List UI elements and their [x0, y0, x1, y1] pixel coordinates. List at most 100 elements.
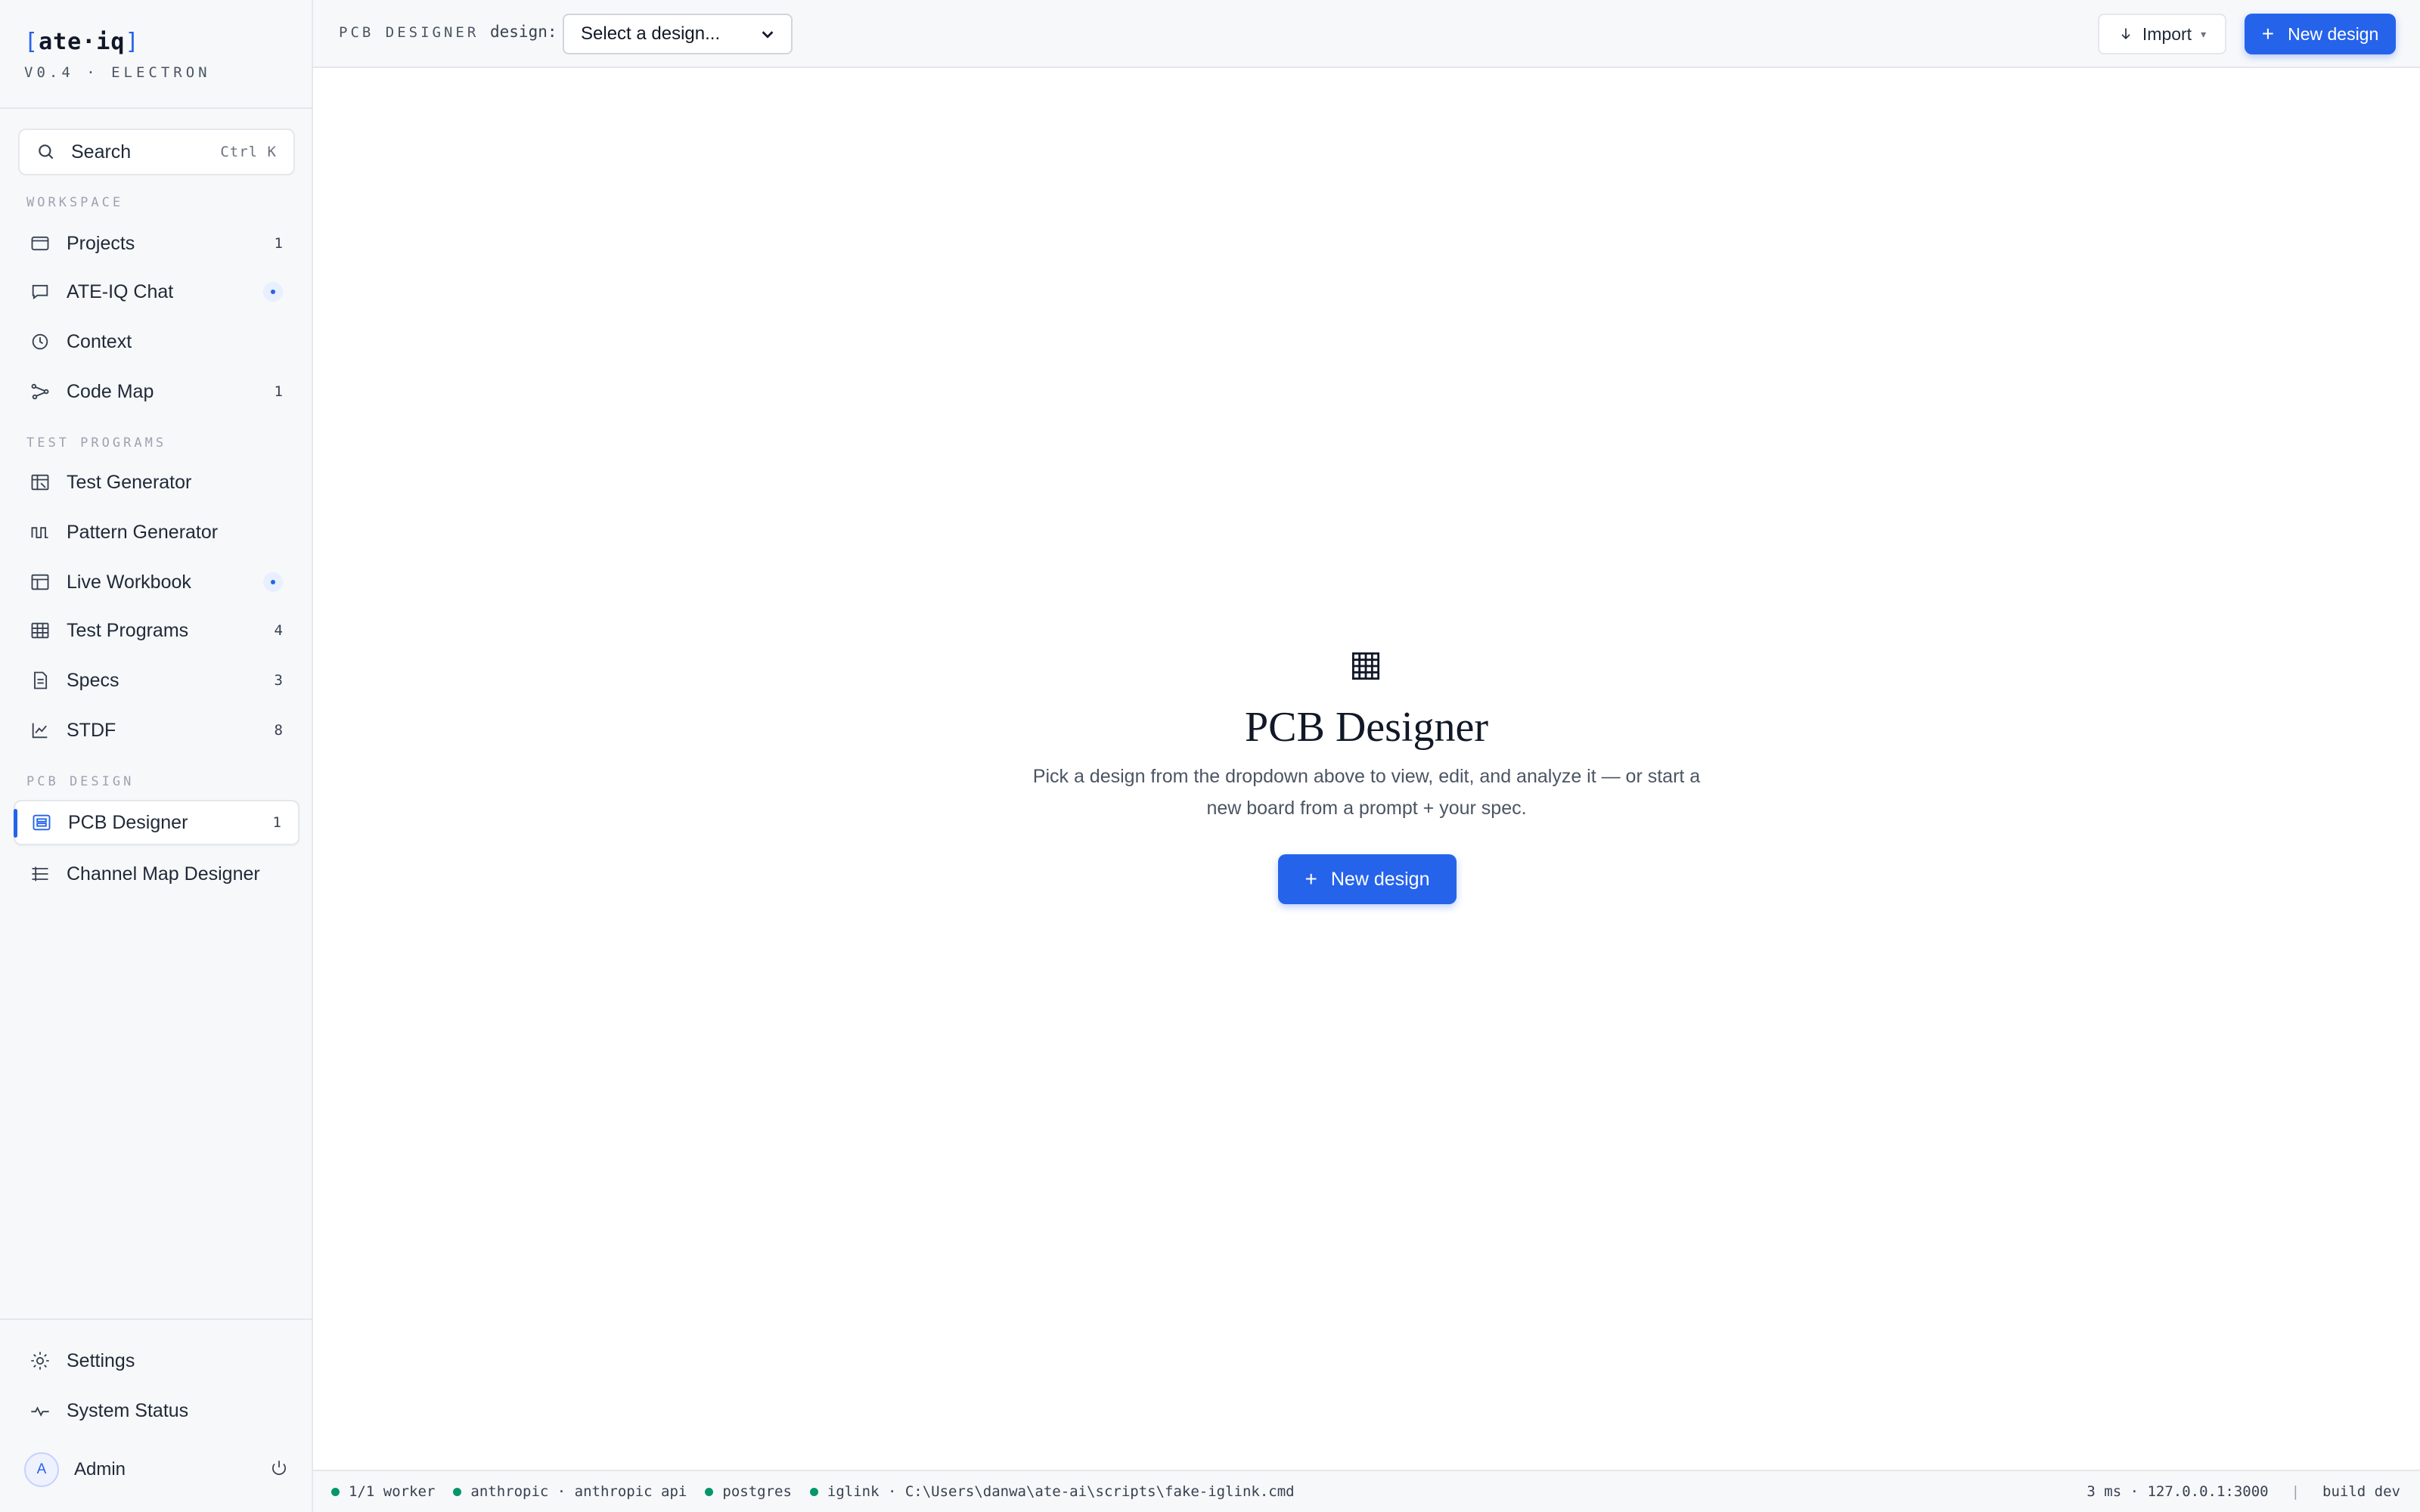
- power-icon[interactable]: [269, 1458, 289, 1482]
- sidebar-item-channel-map-designer[interactable]: Channel Map Designer: [14, 851, 299, 897]
- sidebar-item-label: Code Map: [67, 380, 154, 402]
- search-icon: [39, 144, 54, 160]
- user-name: Admin: [74, 1459, 126, 1479]
- count-badge: 3: [274, 672, 283, 689]
- new-design-button[interactable]: + New design: [2245, 14, 2396, 54]
- count-badge: 8: [274, 722, 283, 739]
- build-label: build dev: [2322, 1483, 2400, 1500]
- sidebar-item-projects[interactable]: Projects 1: [14, 221, 299, 266]
- sidebar-item-label: Projects: [67, 232, 135, 254]
- table-icon: [29, 571, 51, 593]
- count-badge: 4: [274, 622, 283, 639]
- section-test-programs: TEST PROGRAMS: [26, 435, 167, 451]
- status-iglink: iglink · C:\Users\danwa\ate-ai\scripts\f…: [809, 1483, 1295, 1500]
- folder-icon: [29, 232, 51, 255]
- count-badge: 1: [274, 383, 283, 400]
- app-version: V0.4 · ELECTRON: [24, 64, 211, 81]
- status-right: 3 ms · 127.0.0.1:3000 | build dev: [2086, 1483, 2420, 1500]
- clock-icon: [29, 330, 51, 353]
- search-shortcut: Ctrl K: [220, 144, 277, 160]
- sidebar: [ate·iq] V0.4 · ELECTRON Search Ctrl K W…: [0, 0, 313, 1512]
- topbar: PCB DESIGNER design: Select a design... …: [313, 0, 2420, 68]
- grid-icon: [29, 619, 51, 642]
- unread-dot: [263, 282, 283, 302]
- sidebar-item-label: PCB Designer: [68, 811, 188, 833]
- design-label: design:: [490, 23, 557, 41]
- sidebar-item-context[interactable]: Context: [14, 319, 299, 364]
- status-dot: [705, 1487, 714, 1496]
- download-icon: [2121, 28, 2130, 40]
- channel-map-icon: [29, 863, 51, 885]
- search-button[interactable]: Search Ctrl K: [18, 129, 295, 175]
- graph-icon: [29, 380, 51, 403]
- sidebar-item-label: Channel Map Designer: [67, 863, 260, 885]
- search-label: Search: [71, 141, 132, 163]
- section-workspace: WORKSPACE: [26, 195, 124, 210]
- flask-icon: [29, 471, 51, 494]
- sidebar-item-label: Pattern Generator: [67, 521, 219, 543]
- sidebar-item-label: Settings: [67, 1349, 135, 1371]
- chat-icon: [29, 280, 51, 303]
- sidebar-item-pattern-generator[interactable]: Pattern Generator: [14, 510, 299, 555]
- status-postgres: postgres: [705, 1483, 792, 1500]
- sidebar-item-test-generator[interactable]: Test Generator: [14, 460, 299, 505]
- sidebar-item-label: Test Generator: [67, 471, 192, 493]
- chevron-down-icon: [762, 31, 774, 39]
- waveform-icon: [29, 521, 51, 544]
- plus-icon: +: [1305, 867, 1317, 891]
- status-anthropic: anthropic · anthropic api: [453, 1483, 687, 1500]
- sidebar-item-specs[interactable]: Specs 3: [14, 658, 299, 703]
- chevron-down-icon: ▾: [2201, 27, 2207, 40]
- status-dot: [331, 1487, 340, 1496]
- status-dot: [453, 1487, 462, 1496]
- sidebar-item-label: Context: [67, 330, 132, 352]
- gear-icon: [29, 1349, 51, 1372]
- plus-icon: +: [2261, 22, 2275, 45]
- brand: [ate·iq] V0.4 · ELECTRON: [24, 29, 211, 81]
- count-badge: 1: [272, 814, 281, 831]
- breadcrumb: PCB DESIGNER: [339, 24, 479, 41]
- separator: |: [2291, 1483, 2301, 1500]
- status-bar: 1/1 worker anthropic · anthropic api pos…: [313, 1470, 2420, 1512]
- latency-readout: 3 ms · 127.0.0.1:3000: [2086, 1483, 2269, 1500]
- document-icon: [29, 669, 51, 692]
- sidebar-item-settings[interactable]: Settings: [14, 1338, 299, 1383]
- board-icon: [30, 811, 53, 834]
- sidebar-item-label: Live Workbook: [67, 571, 191, 593]
- line-chart-icon: [29, 719, 51, 742]
- sidebar-item-live-workbook[interactable]: Live Workbook: [14, 559, 299, 605]
- sidebar-item-stdf[interactable]: STDF 8: [14, 708, 299, 753]
- design-select[interactable]: Select a design...: [563, 14, 793, 54]
- status-worker: 1/1 worker: [331, 1483, 435, 1500]
- new-design-label: New design: [1330, 868, 1430, 890]
- sidebar-item-label: System Status: [67, 1399, 189, 1421]
- import-label: Import: [2142, 23, 2192, 44]
- avatar: A: [24, 1452, 59, 1487]
- user-menu[interactable]: A Admin: [24, 1450, 289, 1489]
- sidebar-item-label: Specs: [67, 669, 119, 691]
- app-logo: [ate·iq]: [24, 29, 140, 55]
- new-design-button[interactable]: + New design: [1278, 854, 1457, 904]
- sidebar-item-chat[interactable]: ATE-IQ Chat: [14, 269, 299, 314]
- status-dot: [809, 1487, 818, 1496]
- sidebar-item-pcb-designer[interactable]: PCB Designer 1: [14, 800, 299, 845]
- design-select-value: Select a design...: [581, 23, 721, 44]
- empty-state-description: Pick a design from the dropdown above to…: [1032, 766, 1701, 819]
- divider: [0, 1318, 312, 1320]
- divider: [0, 107, 312, 109]
- grid-icon: [1351, 652, 1380, 680]
- sidebar-item-label: ATE-IQ Chat: [67, 280, 174, 302]
- sidebar-item-test-programs[interactable]: Test Programs 4: [14, 608, 299, 653]
- new-design-label: New design: [2288, 23, 2379, 44]
- sidebar-item-label: Test Programs: [67, 619, 189, 641]
- main-content: PCB Designer Pick a design from the drop…: [313, 70, 2420, 1470]
- sidebar-item-label: STDF: [67, 719, 116, 741]
- activity-icon: [29, 1399, 51, 1422]
- import-button[interactable]: Import ▾: [2098, 14, 2226, 54]
- sidebar-item-code-map[interactable]: Code Map 1: [14, 369, 299, 414]
- section-pcb-design: PCB DESIGN: [26, 774, 135, 789]
- sidebar-item-system-status[interactable]: System Status: [14, 1388, 299, 1433]
- empty-state-title: PCB Designer: [1245, 704, 1488, 751]
- unread-dot: [263, 572, 283, 592]
- count-badge: 1: [274, 235, 283, 252]
